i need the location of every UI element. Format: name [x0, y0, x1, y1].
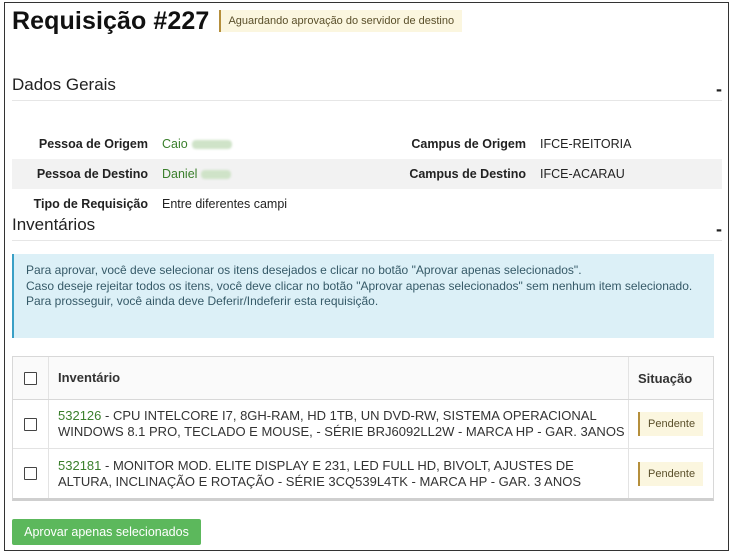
- inventory-description-text: - MONITOR MOD. ELITE DISPLAY E 231, LED …: [58, 457, 582, 489]
- collapse-dados-gerais-button[interactable]: -: [716, 79, 722, 100]
- status-badge: Aguardando aprovação do servidor de dest…: [219, 10, 463, 32]
- inventory-cell: 532181 - MONITOR MOD. ELITE DISPLAY E 23…: [49, 449, 629, 498]
- section-inventarios-title: Inventários: [12, 215, 96, 234]
- approve-selected-button[interactable]: Aprovar apenas selecionados: [12, 519, 201, 545]
- label-campus-destino: Campus de Destino: [409, 167, 526, 181]
- value-pessoa-origem[interactable]: Caio: [162, 137, 398, 151]
- column-header-situacao: Situação: [638, 370, 693, 386]
- table-row: 532126 - CPU INTELCORE I7, 8GH-RAM, HD 1…: [13, 400, 713, 449]
- redacted-surname: [201, 170, 232, 180]
- status-cell: Pendente: [629, 400, 713, 448]
- page-title: Requisição #227: [12, 6, 210, 35]
- section-dados-gerais-header: Dados Gerais -: [12, 75, 722, 101]
- section-inventarios-header: Inventários -: [12, 215, 722, 241]
- section-dados-gerais-title: Dados Gerais: [12, 75, 116, 94]
- status-cell: Pendente: [629, 449, 713, 498]
- info-alert: Para aprovar, você deve selecionar os it…: [12, 254, 714, 338]
- alert-line: Para prosseguir, você ainda deve Deferir…: [26, 294, 379, 308]
- status-badge-pendente: Pendente: [638, 461, 704, 486]
- inventory-description-text: - CPU INTELCORE I7, 8GH-RAM, HD 1TB, UN …: [58, 408, 625, 439]
- redacted-surname: [191, 140, 232, 150]
- info-row-destino: Pessoa de Destino Daniel Campus de Desti…: [12, 159, 722, 189]
- value-tipo-requisicao: Entre diferentes campi: [162, 197, 288, 211]
- label-pessoa-destino: Pessoa de Destino: [36, 167, 148, 181]
- pessoa-origem-name: Caio: [162, 137, 188, 151]
- value-campus-destino: IFCE-ACARAU: [540, 167, 625, 181]
- select-all-checkbox[interactable]: [24, 371, 37, 385]
- inventory-code-link[interactable]: 532126: [58, 408, 101, 423]
- alert-line: Para aprovar, você deve selecionar os it…: [26, 263, 582, 277]
- row-checkbox[interactable]: [24, 417, 37, 431]
- pessoa-destino-name: Daniel: [162, 167, 198, 181]
- inventory-description: 532126 - CPU INTELCORE I7, 8GH-RAM, HD 1…: [58, 408, 628, 440]
- table-row: 532181 - MONITOR MOD. ELITE DISPLAY E 23…: [13, 449, 713, 498]
- inventory-table: Inventário Situação 532126 - CPU INTELCO…: [12, 356, 714, 501]
- label-tipo-requisicao: Tipo de Requisição: [33, 197, 148, 211]
- column-header-inventario: Inventário: [49, 357, 629, 399]
- inventory-code-link[interactable]: 532181: [58, 458, 101, 473]
- inventory-description: 532181 - MONITOR MOD. ELITE DISPLAY E 23…: [58, 458, 628, 490]
- value-campus-origem: IFCE-REITORIA: [540, 137, 632, 151]
- label-pessoa-origem: Pessoa de Origem: [38, 137, 148, 151]
- row-checkbox[interactable]: [24, 467, 37, 480]
- row-check-cell: [13, 449, 49, 498]
- inventory-cell: 532126 - CPU INTELCORE I7, 8GH-RAM, HD 1…: [49, 400, 629, 448]
- table-header: Inventário Situação: [13, 357, 713, 400]
- status-badge-pendente: Pendente: [638, 412, 704, 436]
- alert-line: Caso deseje rejeitar todos os itens, voc…: [26, 278, 693, 293]
- select-all-cell: [13, 357, 49, 399]
- label-campus-origem: Campus de Origem: [411, 137, 526, 151]
- info-row-origem: Pessoa de Origem Caio Campus de Origem I…: [12, 129, 722, 159]
- page-header: Requisição #227 Aguardando aprovação do …: [12, 6, 463, 36]
- value-pessoa-destino[interactable]: Daniel: [162, 167, 398, 181]
- collapse-inventarios-button[interactable]: -: [716, 219, 722, 240]
- row-check-cell: [13, 400, 49, 448]
